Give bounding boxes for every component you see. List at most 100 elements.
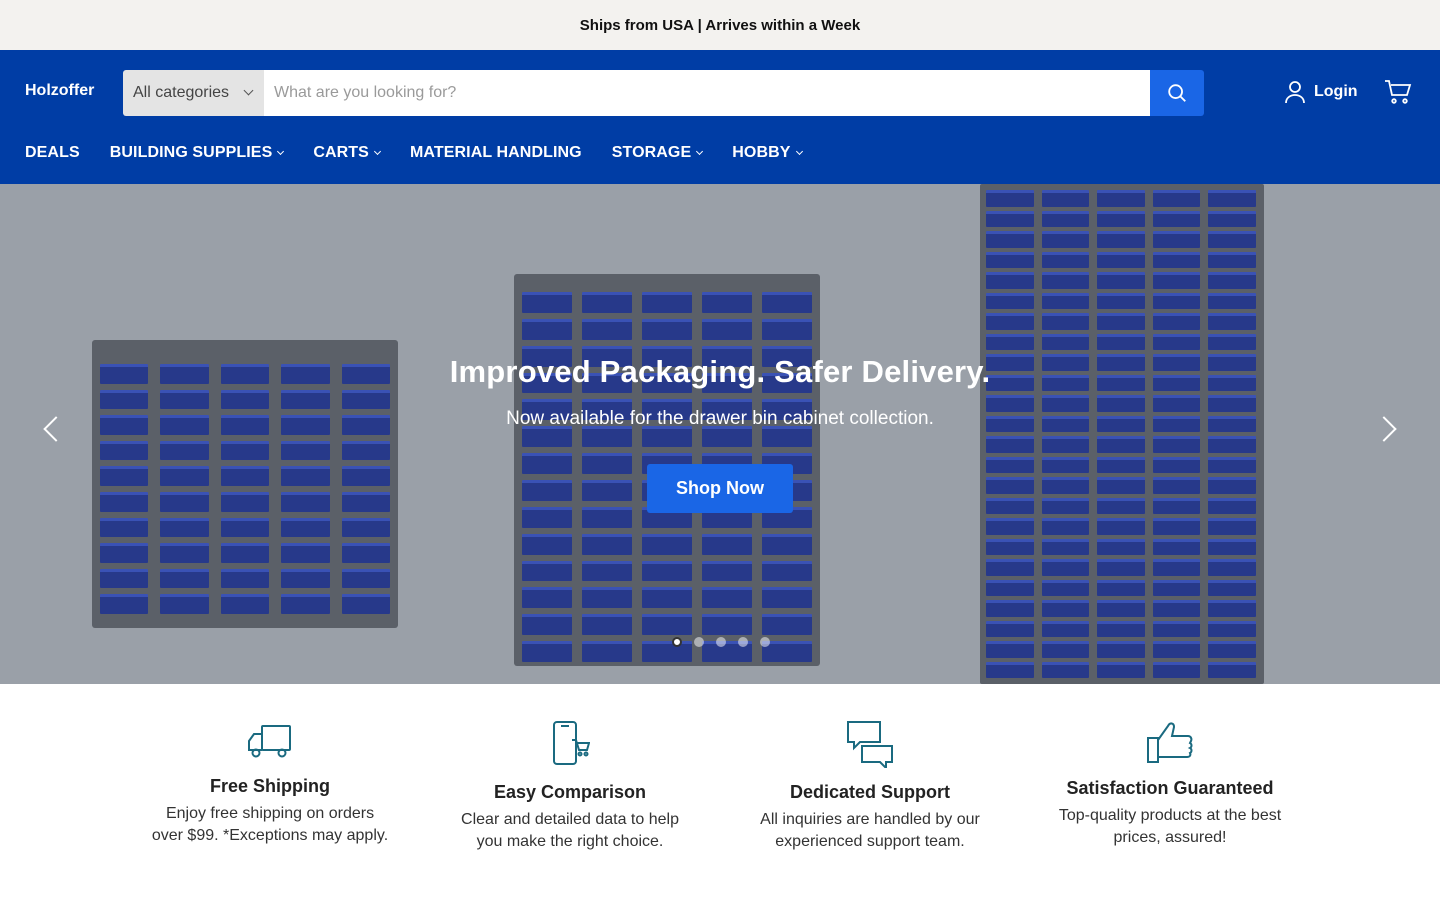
nav-item-hobby[interactable]: HOBBY — [732, 144, 803, 162]
drawer-bin — [642, 292, 692, 313]
drawer-bin — [341, 543, 390, 563]
drawer-bin — [1097, 620, 1145, 637]
feature-satisfaction-guaranteed: Satisfaction Guaranteed Top-quality prod… — [1020, 720, 1320, 853]
drawer-bin — [1041, 292, 1090, 309]
drawer-bin — [100, 543, 149, 563]
drawer-bin — [702, 587, 752, 609]
feature-title: Easy Comparison — [493, 782, 647, 802]
drawer-bin — [341, 594, 390, 614]
nav-item-material-handling[interactable]: MATERIAL HANDLING — [410, 144, 582, 162]
drawer-bin — [582, 318, 632, 340]
drawer-bin — [702, 560, 752, 582]
drawer-bin — [762, 533, 812, 555]
drawer-bin — [1208, 292, 1256, 309]
feature-free-shipping: Free Shipping Enjoy free shipping on ord… — [120, 720, 420, 853]
phone-cart-icon — [553, 721, 590, 765]
nav-item-deals[interactable]: DEALS — [25, 144, 80, 162]
login-label: Login — [1314, 83, 1358, 100]
drawer-bin — [522, 587, 572, 609]
drawer-bin — [1208, 251, 1256, 268]
drawer-bin — [1097, 313, 1145, 330]
drawer-bin — [702, 318, 752, 340]
drawer-bin — [1041, 641, 1090, 658]
drawer-bin — [1208, 518, 1256, 535]
drawer-bin — [1097, 641, 1145, 658]
thumbs-up-icon — [1147, 722, 1193, 763]
drawer-bin — [281, 568, 330, 589]
nav-item-building-supplies[interactable]: BUILDING SUPPLIES — [110, 144, 285, 162]
drawer-bin — [1208, 333, 1256, 350]
drawer-bin — [1208, 231, 1256, 248]
slider-dot-4[interactable] — [738, 637, 748, 647]
drawer-bin — [986, 559, 1034, 576]
hero-slider: Improved Packaging. Safer Delivery. Now … — [0, 184, 1440, 684]
drawer-bin — [1208, 313, 1256, 330]
search-input[interactable] — [264, 70, 1150, 116]
drawer-bin — [1208, 600, 1256, 617]
drawer-bin — [986, 600, 1034, 617]
drawer-bin — [986, 190, 1034, 207]
category-select-label: All categories — [133, 84, 230, 101]
drawer-bin — [1041, 231, 1090, 248]
drawer-bin — [986, 641, 1034, 658]
cart-button[interactable] — [1384, 79, 1412, 110]
slider-dot-1[interactable] — [672, 637, 682, 647]
login-link[interactable]: Login — [1284, 80, 1358, 104]
drawer-bin — [1041, 251, 1090, 268]
nav-item-storage[interactable]: STORAGE — [612, 144, 704, 162]
drawer-bin — [986, 579, 1034, 596]
category-select[interactable]: All categories — [123, 70, 264, 116]
drawer-bin — [702, 292, 752, 313]
slider-dot-3[interactable] — [716, 637, 726, 647]
drawer-bin — [1041, 190, 1090, 207]
drawer-bin — [1041, 210, 1090, 227]
drawer-bin — [642, 318, 692, 340]
feature-easy-comparison: Easy Comparison Clear and detailed data … — [420, 720, 720, 853]
feature-desc: Enjoy free shipping on orders over $99. … — [151, 805, 389, 844]
drawer-bin — [1041, 559, 1090, 576]
shop-now-button[interactable]: Shop Now — [647, 464, 793, 513]
drawer-bin — [986, 518, 1034, 535]
drawer-bin — [582, 533, 632, 555]
drawer-bin — [522, 614, 572, 636]
drawer-bin — [1152, 333, 1201, 350]
drawer-bin — [986, 210, 1034, 227]
drawer-bin — [762, 292, 812, 313]
drawer-bin — [220, 568, 270, 589]
slider-dot-5[interactable] — [760, 637, 770, 647]
drawer-bin — [986, 333, 1034, 350]
drawer-bin — [1041, 518, 1090, 535]
drawer-bin — [1041, 538, 1090, 555]
drawer-bin — [160, 543, 209, 563]
drawer-bin — [522, 533, 572, 555]
drawer-bin — [1208, 272, 1256, 289]
slider-dots — [672, 637, 770, 647]
search-button[interactable] — [1150, 70, 1204, 116]
main-nav: DEALS BUILDING SUPPLIES CARTS MATERIAL H… — [25, 144, 832, 162]
drawer-bin — [281, 517, 330, 538]
truck-icon — [248, 725, 291, 758]
drawer-bin — [1097, 251, 1145, 268]
drawer-bin — [702, 533, 752, 555]
features-row: Free Shipping Enjoy free shipping on ord… — [0, 684, 1440, 853]
drawer-bin — [1041, 579, 1090, 596]
drawer-bin — [1152, 231, 1201, 248]
feature-title: Satisfaction Guaranteed — [1066, 778, 1274, 798]
chat-bubbles-icon — [847, 721, 893, 768]
drawer-bin — [1208, 210, 1256, 227]
search-icon — [1168, 84, 1186, 102]
drawer-bin — [1097, 333, 1145, 350]
drawer-bin — [1041, 661, 1090, 678]
drawer-bin — [522, 560, 572, 582]
drawer-bin — [1208, 641, 1256, 658]
drawer-bin — [986, 292, 1034, 309]
drawer-bin — [986, 313, 1034, 330]
logo[interactable]: Holzoffer — [25, 82, 94, 100]
drawer-bin — [986, 661, 1034, 678]
nav-item-carts[interactable]: CARTS — [313, 144, 381, 162]
slider-dot-2[interactable] — [694, 637, 704, 647]
drawer-bin — [1152, 313, 1201, 330]
drawer-bin — [1041, 333, 1090, 350]
drawer-bin — [986, 231, 1034, 248]
feature-desc: Top-quality products at the best prices,… — [1058, 807, 1282, 846]
